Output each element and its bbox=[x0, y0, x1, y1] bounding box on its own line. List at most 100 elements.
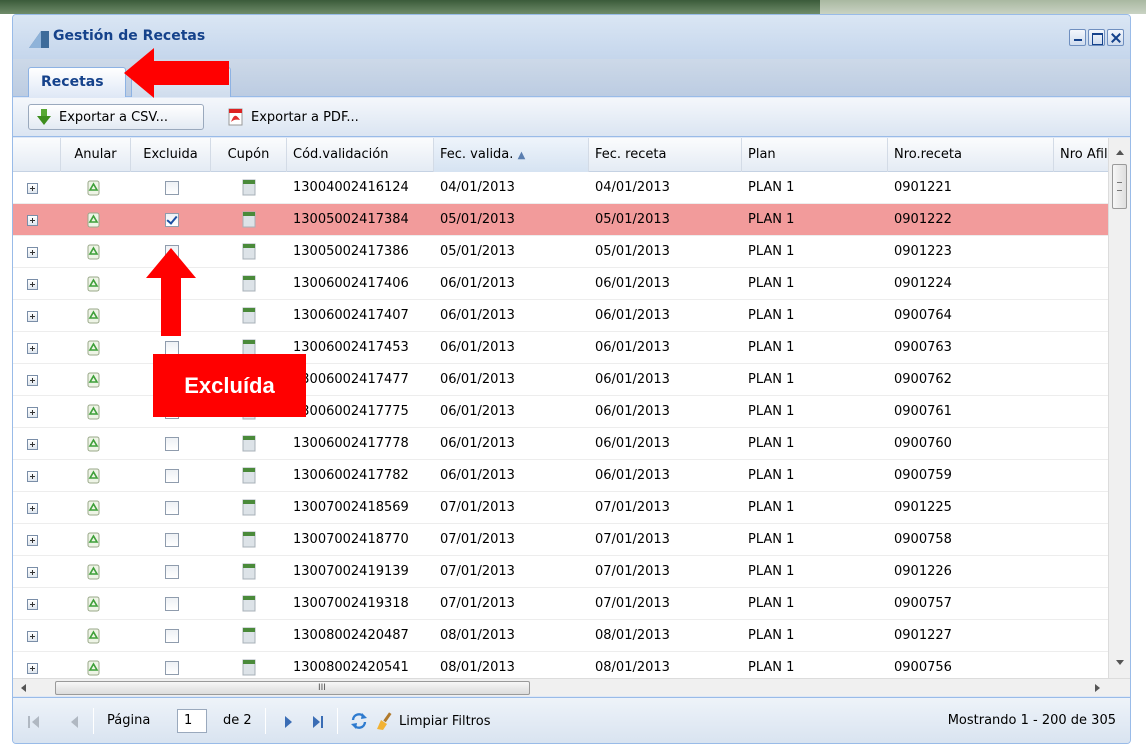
cupon-document-icon[interactable] bbox=[242, 243, 256, 260]
anular-icon[interactable] bbox=[86, 212, 101, 228]
excluida-checkbox[interactable] bbox=[165, 661, 179, 675]
cupon-document-icon[interactable] bbox=[242, 531, 256, 548]
anular-icon[interactable] bbox=[86, 564, 101, 580]
excluida-checkbox[interactable] bbox=[165, 469, 179, 483]
tab-recetas[interactable]: Recetas bbox=[28, 67, 126, 97]
row-expand-icon[interactable] bbox=[27, 311, 38, 322]
excluida-checkbox[interactable] bbox=[165, 501, 179, 515]
cupon-document-icon[interactable] bbox=[242, 659, 256, 676]
header-excluida[interactable]: Excluida bbox=[131, 138, 211, 172]
row-expand-icon[interactable] bbox=[27, 343, 38, 354]
cupon-document-icon[interactable] bbox=[242, 179, 256, 196]
row-expand-icon[interactable] bbox=[27, 631, 38, 642]
header-nro-afiliado[interactable]: Nro Afiliac bbox=[1054, 138, 1114, 172]
table-row[interactable]: 13008002420487 08/01/2013 08/01/2013 PLAN 1… bbox=[13, 620, 1108, 652]
table-row[interactable]: 13006002417778 06/01/2013 06/01/2013 PLAN 1… bbox=[13, 428, 1108, 460]
cupon-document-icon[interactable] bbox=[242, 307, 256, 324]
row-expand-icon[interactable] bbox=[27, 407, 38, 418]
excluida-checkbox[interactable] bbox=[165, 565, 179, 579]
clear-filters-button[interactable]: Limpiar Filtros bbox=[375, 708, 490, 734]
row-expand-icon[interactable] bbox=[27, 215, 38, 226]
table-row[interactable]: 13007002419139 07/01/2013 07/01/2013 PLAN 1… bbox=[13, 556, 1108, 588]
anular-icon[interactable] bbox=[86, 308, 101, 324]
header-nro-receta[interactable]: Nro.receta bbox=[888, 138, 1054, 172]
header-cupon[interactable]: Cupón bbox=[211, 138, 287, 172]
excluida-checkbox[interactable] bbox=[165, 341, 179, 355]
excluida-checkbox[interactable] bbox=[165, 181, 179, 195]
horizontal-scrollbar[interactable]: III bbox=[13, 678, 1130, 696]
next-page-icon[interactable] bbox=[285, 716, 292, 728]
cupon-document-icon[interactable] bbox=[242, 595, 256, 612]
maximize-icon[interactable] bbox=[1088, 29, 1105, 46]
cupon-document-icon[interactable] bbox=[242, 467, 256, 484]
last-page-icon[interactable] bbox=[313, 716, 320, 728]
header-fec-receta[interactable]: Fec. receta bbox=[589, 138, 742, 172]
row-expand-icon[interactable] bbox=[27, 663, 38, 674]
row-expand-icon[interactable] bbox=[27, 535, 38, 546]
table-row[interactable]: 13006002417782 06/01/2013 06/01/2013 PLAN 1… bbox=[13, 460, 1108, 492]
anular-icon[interactable] bbox=[86, 628, 101, 644]
header-anular[interactable]: Anular bbox=[61, 138, 131, 172]
anular-icon[interactable] bbox=[86, 180, 101, 196]
anular-icon[interactable] bbox=[86, 596, 101, 612]
cupon-document-icon[interactable] bbox=[242, 627, 256, 644]
anular-icon[interactable] bbox=[86, 468, 101, 484]
excluida-checkbox[interactable] bbox=[165, 629, 179, 643]
row-expand-icon[interactable] bbox=[27, 567, 38, 578]
cupon-document-icon[interactable] bbox=[242, 211, 256, 228]
cell-nro-receta: 0900762 bbox=[894, 372, 952, 387]
row-expand-icon[interactable] bbox=[27, 279, 38, 290]
table-row[interactable]: 13007002419318 07/01/2013 07/01/2013 PLAN 1… bbox=[13, 588, 1108, 620]
row-expand-icon[interactable] bbox=[27, 599, 38, 610]
page-number-input[interactable]: 1 bbox=[177, 709, 207, 733]
anular-icon[interactable] bbox=[86, 660, 101, 676]
prev-page-icon[interactable] bbox=[71, 716, 78, 728]
header-fec-valida[interactable]: Fec. valida. ▲ bbox=[434, 138, 589, 172]
table-row[interactable]: 13004002416124 04/01/2013 04/01/2013 PLAN 1… bbox=[13, 172, 1108, 204]
anular-icon[interactable] bbox=[86, 404, 101, 420]
excluida-checkbox[interactable] bbox=[165, 597, 179, 611]
cupon-document-icon[interactable] bbox=[242, 435, 256, 452]
table-row[interactable]: 13008002420541 08/01/2013 08/01/2013 PLAN 1… bbox=[13, 652, 1108, 678]
row-expand-icon[interactable] bbox=[27, 247, 38, 258]
table-row[interactable]: 13005002417384 05/01/2013 05/01/2013 PLAN 1… bbox=[13, 204, 1108, 236]
export-pdf-button[interactable]: Exportar a PDF... bbox=[221, 104, 391, 130]
vertical-scrollbar[interactable] bbox=[1108, 138, 1130, 678]
row-expand-icon[interactable] bbox=[27, 439, 38, 450]
row-expand-icon[interactable] bbox=[27, 503, 38, 514]
row-expand-icon[interactable] bbox=[27, 471, 38, 482]
anular-icon[interactable] bbox=[86, 436, 101, 452]
anular-icon[interactable] bbox=[86, 340, 101, 356]
header-cod-validacion[interactable]: Cód.validación bbox=[287, 138, 434, 172]
close-icon[interactable] bbox=[1107, 29, 1124, 46]
anular-icon[interactable] bbox=[86, 244, 101, 260]
excluida-checkbox[interactable] bbox=[165, 533, 179, 547]
table-row[interactable]: 13007002418569 07/01/2013 07/01/2013 PLAN 1… bbox=[13, 492, 1108, 524]
cupon-document-icon[interactable] bbox=[242, 563, 256, 580]
header-plan[interactable]: Plan bbox=[742, 138, 888, 172]
anular-icon[interactable] bbox=[86, 372, 101, 388]
first-page-icon[interactable] bbox=[32, 716, 39, 728]
cell-plan: PLAN 1 bbox=[748, 404, 795, 419]
scroll-up-icon[interactable] bbox=[1116, 150, 1124, 155]
scroll-left-icon[interactable] bbox=[21, 684, 26, 692]
export-csv-button[interactable]: Exportar a CSV... bbox=[28, 104, 204, 130]
hscroll-thumb[interactable]: III bbox=[55, 681, 530, 695]
export-pdf-label: Exportar a PDF... bbox=[251, 109, 359, 125]
cell-fec-valida: 08/01/2013 bbox=[440, 628, 515, 643]
row-expand-icon[interactable] bbox=[27, 183, 38, 194]
row-expand-icon[interactable] bbox=[27, 375, 38, 386]
scroll-down-icon[interactable] bbox=[1116, 660, 1124, 665]
anular-icon[interactable] bbox=[86, 532, 101, 548]
scroll-thumb[interactable] bbox=[1112, 164, 1127, 209]
cupon-document-icon[interactable] bbox=[242, 499, 256, 516]
scroll-right-icon[interactable] bbox=[1095, 684, 1100, 692]
excluida-checkbox[interactable] bbox=[165, 437, 179, 451]
table-row[interactable]: 13007002418770 07/01/2013 07/01/2013 PLAN 1… bbox=[13, 524, 1108, 556]
anular-icon[interactable] bbox=[86, 500, 101, 516]
refresh-icon[interactable] bbox=[349, 711, 369, 731]
anular-icon[interactable] bbox=[86, 276, 101, 292]
excluida-checkbox[interactable] bbox=[165, 213, 179, 227]
minimize-icon[interactable] bbox=[1069, 29, 1086, 46]
cupon-document-icon[interactable] bbox=[242, 275, 256, 292]
